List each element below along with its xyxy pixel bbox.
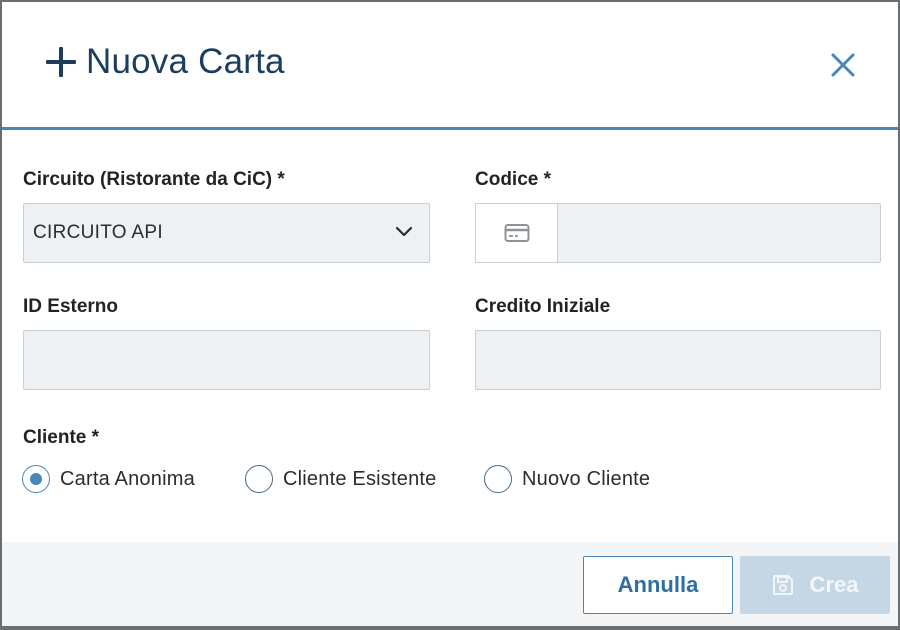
create-button[interactable]: Crea	[740, 556, 890, 614]
id-esterno-label: ID Esterno	[23, 296, 119, 317]
create-button-label: Crea	[809, 572, 859, 597]
radio-button[interactable]	[245, 465, 273, 493]
radio-nuovo-cliente[interactable]: Nuovo Cliente	[484, 465, 650, 493]
radio-label: Cliente Esistente	[283, 467, 437, 490]
id-esterno-input[interactable]	[23, 330, 430, 390]
radio-cliente-esistente[interactable]: Cliente Esistente	[245, 465, 436, 493]
modal-header: Nuova Carta	[2, 2, 898, 130]
codice-addon	[475, 203, 558, 263]
circuito-selected-value: CIRCUITO API	[33, 222, 163, 243]
radio-label: Nuovo Cliente	[522, 467, 651, 490]
circuito-select[interactable]: CIRCUITO API	[23, 203, 430, 263]
radio-button[interactable]	[484, 465, 512, 493]
save-icon	[772, 575, 793, 595]
modal-title-text: Nuova Carta	[86, 42, 285, 81]
chevron-down-icon	[395, 226, 413, 237]
credito-iniziale-input[interactable]	[475, 330, 881, 390]
close-button[interactable]	[828, 50, 858, 80]
plus-icon	[46, 47, 76, 77]
modal-footer: Annulla Crea	[2, 542, 898, 626]
credit-card-icon	[504, 224, 530, 242]
cancel-button[interactable]: Annulla	[583, 556, 733, 614]
codice-label: Codice *	[475, 169, 552, 190]
radio-button-checked[interactable]	[22, 465, 50, 493]
radio-carta-anonima[interactable]: Carta Anonima	[22, 465, 195, 493]
credito-iniziale-label: Credito Iniziale	[475, 296, 611, 317]
cliente-label: Cliente *	[23, 427, 100, 448]
modal-title: Nuova Carta	[46, 42, 285, 82]
circuito-label: Circuito (Ristorante da CiC) *	[23, 169, 285, 190]
new-card-modal: Nuova Carta Circuito (Ristorante da CiC)…	[2, 2, 898, 626]
codice-input[interactable]	[557, 203, 881, 263]
radio-label: Carta Anonima	[60, 467, 195, 490]
close-icon	[831, 53, 855, 77]
